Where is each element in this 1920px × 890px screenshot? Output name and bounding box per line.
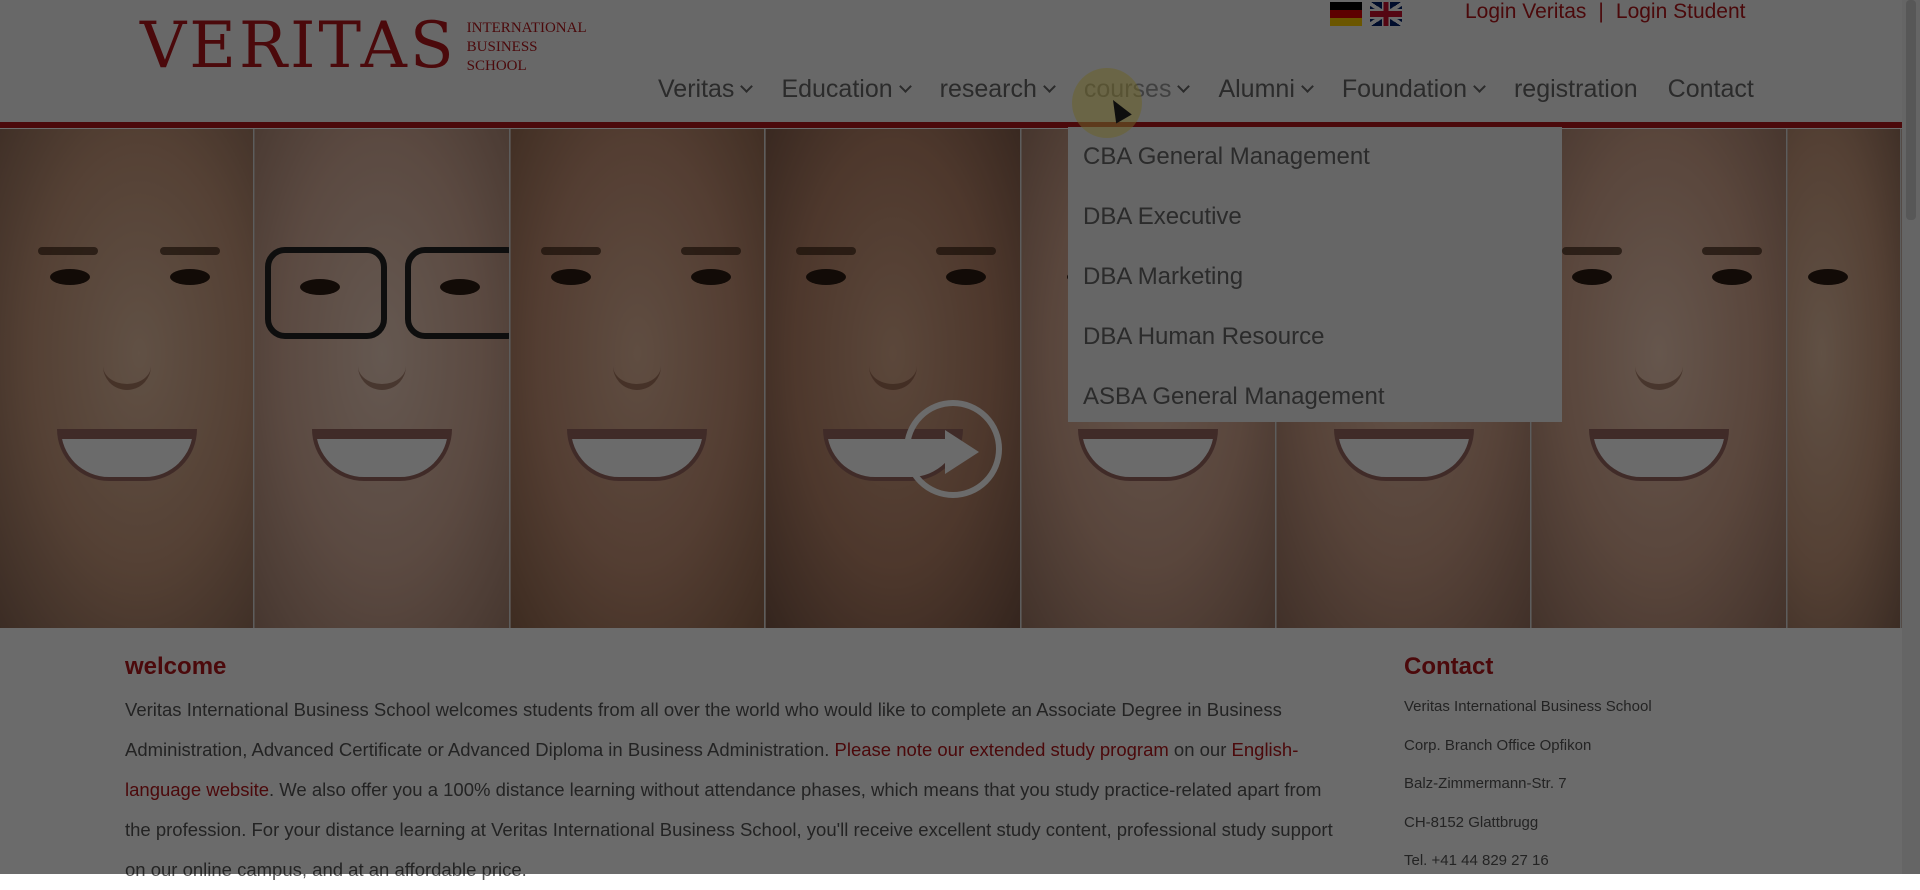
- nav-item-foundation[interactable]: Foundation: [1341, 75, 1486, 104]
- login-separator: |: [1598, 0, 1604, 23]
- hero-faces-banner: [0, 129, 1902, 628]
- dropdown-item-cba-general-management[interactable]: CBA General Management: [1068, 127, 1562, 187]
- contact-line: Balz-Zimmermann-Str. 7: [1404, 775, 1567, 792]
- nav-label: research: [939, 75, 1037, 103]
- veritas-logo[interactable]: VERITAS INTERNATIONAL BUSINESS SCHOOL: [140, 14, 587, 78]
- logo-subtitle-line: INTERNATIONAL: [466, 20, 587, 36]
- chevron-down-icon: [1301, 80, 1314, 93]
- german-flag-icon[interactable]: [1330, 2, 1362, 26]
- face-panel: [510, 129, 766, 628]
- dropdown-item-dba-marketing[interactable]: DBA Marketing: [1068, 247, 1562, 307]
- dropdown-item-asba-general-management[interactable]: ASBA General Management: [1068, 367, 1562, 427]
- chevron-down-icon: [1043, 80, 1056, 93]
- welcome-heading: welcome: [125, 653, 227, 680]
- nav-label: Education: [781, 75, 893, 103]
- contact-phone[interactable]: Tel. +41 44 829 27 16: [1404, 849, 1652, 888]
- header-accent-bar: [0, 122, 1902, 128]
- welcome-text: . We also offer you a 100% distance lear…: [125, 779, 1333, 880]
- welcome-paragraph: Veritas International Business School we…: [125, 690, 1340, 890]
- nav-item-alumni[interactable]: Alumni: [1218, 75, 1314, 104]
- nav-item-education[interactable]: Education: [781, 75, 912, 104]
- face-panel: [1532, 129, 1787, 628]
- chevron-down-icon: [1473, 80, 1486, 93]
- contact-address: Veritas International Business School Co…: [1404, 695, 1652, 888]
- logo-subtitle-line: BUSINESS: [466, 39, 538, 55]
- contact-line: CH-8152 Glattbrugg: [1404, 813, 1539, 831]
- login-links: Login Veritas | Login Student: [1465, 0, 1746, 24]
- nav-label: Alumni: [1218, 75, 1295, 103]
- face-panel: [766, 129, 1021, 628]
- nav-label: Foundation: [1341, 75, 1467, 103]
- extended-study-program-link[interactable]: Please note our extended study program: [835, 739, 1169, 760]
- chevron-down-icon: [740, 80, 754, 93]
- english-flag-icon[interactable]: [1370, 2, 1402, 26]
- dropdown-item-dba-human-resource[interactable]: DBA Human Resource: [1068, 307, 1562, 367]
- main-navigation: Veritas Education research courses Alumn…: [658, 75, 1754, 104]
- play-video-button[interactable]: [904, 400, 1002, 498]
- nav-item-contact[interactable]: Contact: [1668, 75, 1754, 104]
- logo-subtitle: INTERNATIONAL BUSINESS SCHOOL: [467, 19, 587, 76]
- login-student-link[interactable]: Login Student: [1616, 0, 1746, 23]
- contact-line: Corp. Branch Office Opfikon: [1404, 736, 1592, 754]
- contact-line: Veritas International Business School: [1404, 698, 1652, 715]
- language-switcher: [1330, 2, 1402, 26]
- chevron-down-icon: [1177, 80, 1191, 93]
- nav-label: registration: [1513, 75, 1638, 103]
- chevron-down-icon: [898, 80, 912, 93]
- face-panel: [255, 129, 510, 628]
- welcome-text: on our: [1168, 739, 1232, 760]
- courses-dropdown-menu: CBA General Management DBA Executive DBA…: [1068, 124, 1562, 422]
- contact-heading: Contact: [1404, 653, 1494, 680]
- login-veritas-link[interactable]: Login Veritas: [1465, 0, 1586, 23]
- nav-item-veritas[interactable]: Veritas: [658, 75, 754, 104]
- dropdown-item-dba-executive[interactable]: DBA Executive: [1068, 187, 1562, 247]
- nav-label: Veritas: [658, 75, 735, 103]
- logo-wordmark: VERITAS: [140, 9, 457, 83]
- scrollbar-thumb[interactable]: [1906, 0, 1916, 220]
- face-panel: [1787, 129, 1902, 628]
- logo-subtitle-line: SCHOOL: [466, 58, 527, 74]
- nav-item-registration[interactable]: registration: [1514, 75, 1638, 104]
- nav-label: Contact: [1667, 75, 1754, 103]
- nav-item-research[interactable]: research: [939, 75, 1056, 104]
- face-panel: [0, 129, 255, 628]
